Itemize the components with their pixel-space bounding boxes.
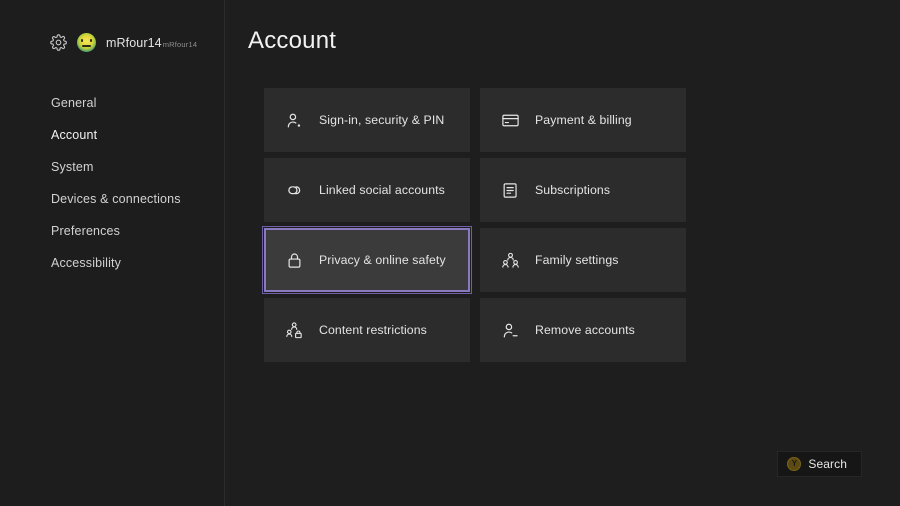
tile-label: Privacy & online safety [319,253,446,267]
sidebar-nav: General Account System Devices & connect… [0,87,224,279]
credit-card-icon [501,111,520,130]
tile-label: Family settings [535,253,619,267]
sidebar-item-system[interactable]: System [0,151,224,183]
main-content: Account Sign-in, security & PIN Payment … [225,0,900,506]
subscription-document-icon [501,181,520,200]
link-chain-icon [285,181,304,200]
person-lock-icon [285,321,304,340]
gear-icon [50,34,67,51]
gamertag: mRfour14 mRfour14 [106,36,197,50]
xbox-settings-screen: mRfour14 mRfour14 General Account System… [0,0,900,506]
tile-subscriptions[interactable]: Subscriptions [480,158,686,222]
tile-linked-social-accounts[interactable]: Linked social accounts [264,158,470,222]
tile-label: Content restrictions [319,323,427,337]
avatar [77,33,96,52]
gamertag-text: mRfour14 [106,35,162,50]
sidebar-item-accessibility[interactable]: Accessibility [0,247,224,279]
gamertag-suffix: mRfour14 [162,39,198,49]
person-remove-icon [501,321,520,340]
search-button-label: Search [808,457,847,471]
search-button[interactable]: Y Search [777,451,862,477]
tile-label: Payment & billing [535,113,632,127]
profile-row[interactable]: mRfour14 mRfour14 [0,0,224,56]
tile-label: Sign-in, security & PIN [319,113,445,127]
tile-label: Subscriptions [535,183,611,197]
person-key-icon [285,111,304,130]
sidebar-item-devices-connections[interactable]: Devices & connections [0,183,224,215]
tile-content-restrictions[interactable]: Content restrictions [264,298,470,362]
sidebar: mRfour14 mRfour14 General Account System… [0,0,225,506]
sidebar-item-preferences[interactable]: Preferences [0,215,224,247]
tile-label: Remove accounts [535,323,635,337]
tile-label: Linked social accounts [319,183,445,197]
lock-icon [285,251,304,270]
tile-remove-accounts[interactable]: Remove accounts [480,298,686,362]
tile-sign-in-security-pin[interactable]: Sign-in, security & PIN [264,88,470,152]
tile-family-settings[interactable]: Family settings [480,228,686,292]
sidebar-item-general[interactable]: General [0,87,224,119]
family-group-icon [501,251,520,270]
page-title: Account [248,27,337,54]
y-button-icon: Y [787,457,802,471]
account-tile-grid: Sign-in, security & PIN Payment & billin… [262,88,686,362]
tile-payment-billing[interactable]: Payment & billing [480,88,686,152]
sidebar-item-account[interactable]: Account [0,119,224,151]
tile-privacy-online-safety[interactable]: Privacy & online safety [262,226,472,294]
